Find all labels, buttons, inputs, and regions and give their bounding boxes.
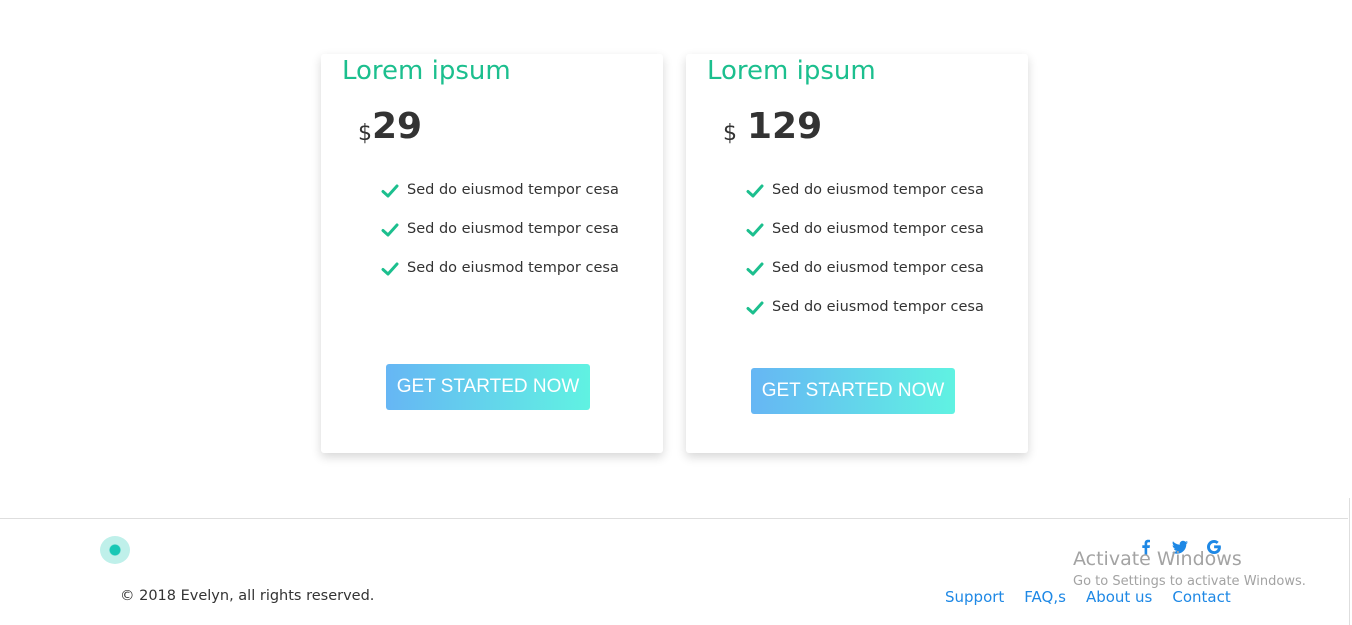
feature-item: Sed do eiusmod tempor cesa	[746, 299, 984, 338]
plan-title: Lorem ipsum	[342, 56, 511, 86]
footer-link-support[interactable]: Support	[945, 588, 1004, 606]
copyright-text: © 2018 Evelyn, all rights reserved.	[120, 588, 375, 604]
feature-item: Sed do eiusmod tempor cesa	[381, 260, 619, 299]
pricing-card-basic: Lorem ipsum $29 Sed do eiusmod tempor ce…	[321, 54, 663, 453]
check-icon	[381, 262, 399, 276]
footer-links: Support FAQ,s About us Contact	[945, 588, 1231, 606]
feature-item: Sed do eiusmod tempor cesa	[746, 260, 984, 299]
footer-logo-icon[interactable]	[100, 536, 130, 564]
check-icon	[381, 184, 399, 198]
feature-text: Sed do eiusmod tempor cesa	[407, 221, 619, 237]
scrollbar-edge	[1349, 498, 1350, 625]
feature-text: Sed do eiusmod tempor cesa	[772, 260, 984, 276]
feature-text: Sed do eiusmod tempor cesa	[772, 182, 984, 198]
plan-price: $29	[358, 106, 422, 147]
check-icon	[746, 184, 764, 198]
feature-item: Sed do eiusmod tempor cesa	[381, 182, 619, 221]
feature-list: Sed do eiusmod tempor cesa Sed do eiusmo…	[381, 182, 619, 299]
feature-text: Sed do eiusmod tempor cesa	[407, 260, 619, 276]
check-icon	[381, 223, 399, 237]
feature-text: Sed do eiusmod tempor cesa	[772, 299, 984, 315]
currency-symbol: $	[723, 121, 737, 146]
feature-item: Sed do eiusmod tempor cesa	[746, 182, 984, 221]
footer-divider	[0, 518, 1348, 519]
feature-text: Sed do eiusmod tempor cesa	[407, 182, 619, 198]
get-started-button[interactable]: GET STARTED NOW	[751, 368, 955, 414]
feature-item: Sed do eiusmod tempor cesa	[746, 221, 984, 260]
check-icon	[746, 262, 764, 276]
price-amount: 129	[747, 106, 823, 147]
feature-item: Sed do eiusmod tempor cesa	[381, 221, 619, 260]
check-icon	[746, 223, 764, 237]
pricing-card-premium: Lorem ipsum $129 Sed do eiusmod tempor c…	[686, 54, 1028, 453]
check-icon	[746, 301, 764, 315]
feature-list: Sed do eiusmod tempor cesa Sed do eiusmo…	[746, 182, 984, 338]
currency-symbol: $	[358, 121, 372, 146]
activate-windows-title: Activate Windows	[1073, 548, 1242, 570]
plan-price: $129	[723, 106, 822, 147]
footer-link-faqs[interactable]: FAQ,s	[1024, 588, 1066, 606]
plan-title: Lorem ipsum	[707, 56, 876, 86]
activate-windows-subtitle: Go to Settings to activate Windows.	[1073, 574, 1306, 589]
pricing-page: g Lorem ipsum $29 Sed do eiusmod tempor …	[0, 0, 1352, 625]
footer-link-contact[interactable]: Contact	[1172, 588, 1230, 606]
footer-link-about-us[interactable]: About us	[1086, 588, 1152, 606]
price-amount: 29	[372, 106, 423, 147]
feature-text: Sed do eiusmod tempor cesa	[772, 221, 984, 237]
get-started-button[interactable]: GET STARTED NOW	[386, 364, 590, 410]
